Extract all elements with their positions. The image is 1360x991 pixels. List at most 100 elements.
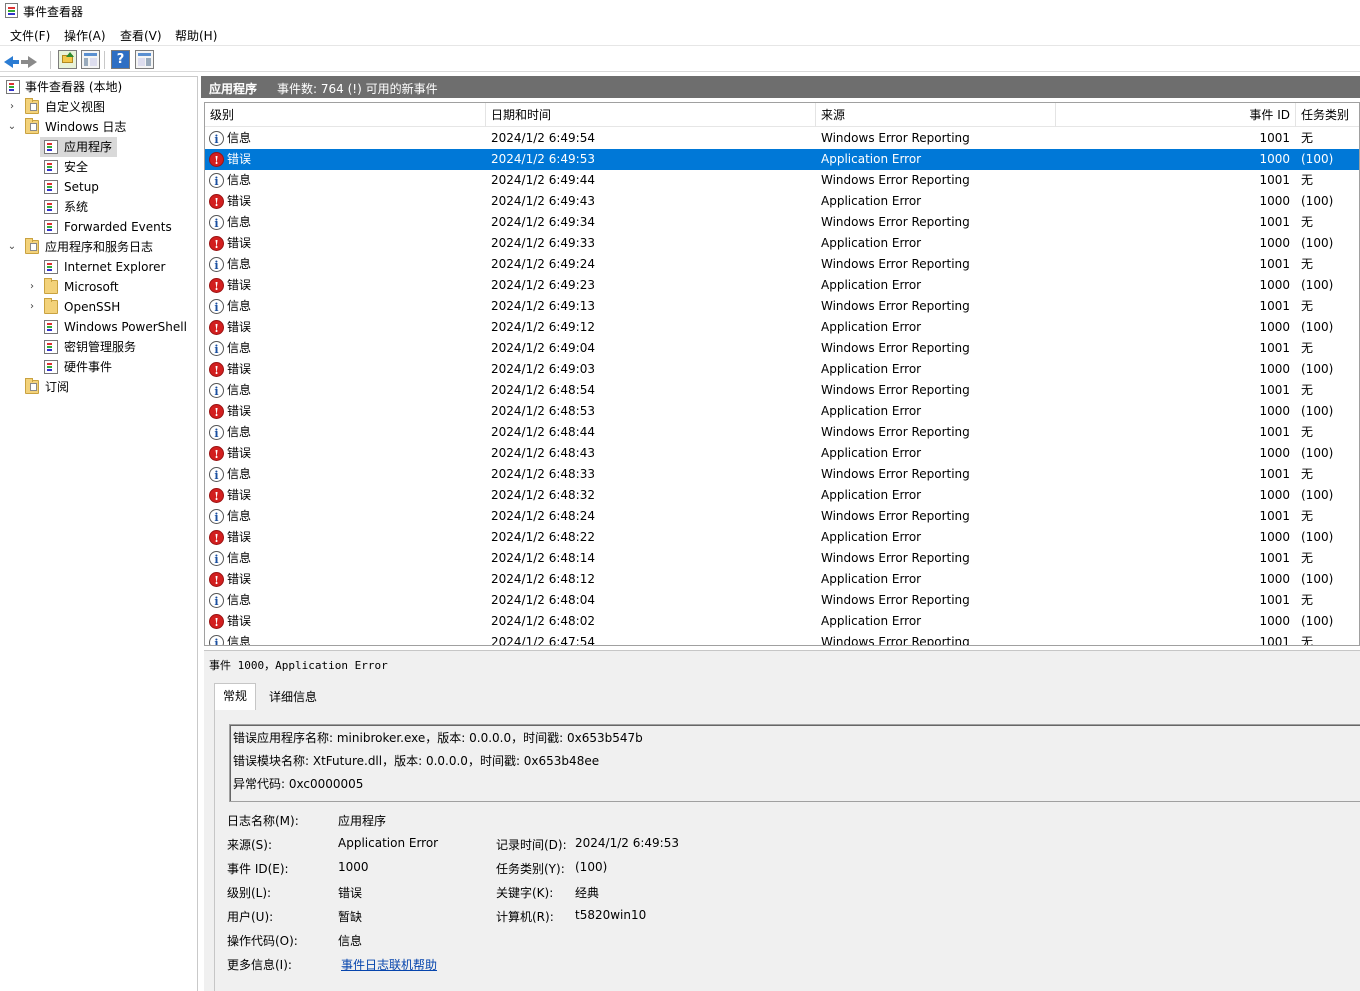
cell-level: 信息 [227, 635, 252, 646]
chevron-down-icon[interactable]: ⌄ [5, 117, 19, 137]
cell-datetime: 2024/1/2 6:48:14 [491, 551, 595, 565]
event-row[interactable]: i 信息 2024/1/2 6:49:24 Windows Error Reporti… [205, 254, 1359, 275]
tree-item-custom-views[interactable]: › 自定义视图 [0, 97, 197, 117]
event-description[interactable]: 错误应用程序名称: minibroker.exe，版本: 0.0.0.0，时间戳… [229, 724, 1360, 802]
tab-details[interactable]: 详细信息 [261, 685, 325, 711]
cell-task-category: 无 [1301, 257, 1314, 271]
cell-datetime: 2024/1/2 6:48:53 [491, 404, 595, 418]
event-row[interactable]: ! 错误 2024/1/2 6:48:12 Application Error (100… [205, 569, 1359, 590]
tree-item-internet-explorer[interactable]: Internet Explorer [40, 257, 190, 277]
event-row[interactable]: i 信息 2024/1/2 6:49:44 Windows Error Reporti… [205, 170, 1359, 191]
column-event-id[interactable]: 事件 ID [1056, 103, 1296, 127]
event-row[interactable]: i 信息 2024/1/2 6:48:44 Windows Error Reporti… [205, 422, 1359, 443]
toolbar: ? [0, 47, 1360, 72]
cell-datetime: 2024/1/2 6:49:54 [491, 131, 595, 145]
tree-item-openssh[interactable]: › OpenSSH [0, 297, 197, 317]
tree-item-subscriptions[interactable]: 订阅 [0, 377, 197, 397]
menu-help[interactable]: 帮助(H) [175, 27, 217, 44]
event-row[interactable]: i 信息 2024/1/2 6:48:14 Windows Error Reporti… [205, 548, 1359, 569]
cell-level: 信息 [227, 299, 252, 313]
back-arrow-icon[interactable] [4, 56, 19, 68]
event-row[interactable]: ! 错误 2024/1/2 6:49:12 Application Error (100… [205, 317, 1359, 338]
column-source[interactable]: 来源 [816, 103, 1056, 127]
toolbar-separator [50, 51, 51, 69]
event-row[interactable]: ! 错误 2024/1/2 6:48:32 Application Error (100… [205, 485, 1359, 506]
event-row[interactable]: ! 错误 2024/1/2 6:48:43 Application Error (100… [205, 443, 1359, 464]
event-row[interactable]: i 信息 2024/1/2 6:48:33 Windows Error Reporti… [205, 464, 1359, 485]
tree-item-setup[interactable]: Setup [40, 177, 190, 197]
event-row[interactable]: i 信息 2024/1/2 6:48:24 Windows Error Reporti… [205, 506, 1359, 527]
event-row[interactable]: ! 错误 2024/1/2 6:48:22 Application Error (100… [205, 527, 1359, 548]
tree-item-powershell[interactable]: Windows PowerShell [40, 317, 197, 337]
tree-item-microsoft[interactable]: › Microsoft [0, 277, 197, 297]
chevron-right-icon[interactable]: › [25, 297, 39, 317]
cell-task-category: (100) [1301, 194, 1334, 208]
cell-source: Application Error [821, 530, 922, 544]
tree-item-key-management[interactable]: 密钥管理服务 [40, 337, 190, 357]
column-level[interactable]: 级别 [205, 103, 486, 127]
cell-task-category: 无 [1301, 425, 1314, 439]
cell-task-category: (100) [1301, 614, 1334, 628]
error-icon: ! [209, 404, 224, 419]
cell-level: 信息 [227, 131, 252, 145]
computer-value: t5820win10 [575, 908, 647, 922]
tree-item-app-service-logs[interactable]: ⌄ 应用程序和服务日志 [0, 237, 197, 257]
event-row[interactable]: i 信息 2024/1/2 6:49:13 Windows Error Reporti… [205, 296, 1359, 317]
info-icon: i [209, 635, 224, 645]
cell-datetime: 2024/1/2 6:49:03 [491, 362, 595, 376]
event-row[interactable]: ! 错误 2024/1/2 6:48:02 Application Error (100… [205, 611, 1359, 632]
tree-item-application[interactable]: 应用程序 [40, 137, 117, 157]
forward-arrow-icon[interactable] [21, 56, 37, 68]
logged-label: 记录时间(D): [496, 838, 567, 852]
event-row[interactable]: ! 错误 2024/1/2 6:48:53 Application Error (100… [205, 401, 1359, 422]
tree-item-root[interactable]: 事件查看器 (本地) [0, 77, 197, 97]
show-hide-tree-icon[interactable] [81, 50, 100, 69]
cell-level: 信息 [227, 425, 252, 439]
event-row[interactable]: i 信息 2024/1/2 6:47:54 Windows Error Reporti… [205, 632, 1359, 646]
cell-event-id: 1001 [1259, 299, 1290, 313]
event-log-online-help-link[interactable]: 事件日志联机帮助 [341, 956, 437, 973]
window-title: 事件查看器 [23, 5, 84, 19]
help-icon[interactable]: ? [111, 50, 130, 69]
tree-item-forwarded-events[interactable]: Forwarded Events [40, 217, 190, 237]
chevron-right-icon[interactable]: › [25, 277, 39, 297]
event-row[interactable]: i 信息 2024/1/2 6:48:54 Windows Error Reporti… [205, 380, 1359, 401]
tree-item-security[interactable]: 安全 [40, 157, 190, 177]
cell-task-category: 无 [1301, 635, 1314, 646]
event-row[interactable]: i 信息 2024/1/2 6:49:54 Windows Error Reporti… [205, 128, 1359, 149]
event-row[interactable]: i 信息 2024/1/2 6:49:34 Windows Error Reporti… [205, 212, 1359, 233]
tree-item-windows-logs[interactable]: ⌄ Windows 日志 [0, 117, 197, 137]
tree-item-hardware-events[interactable]: 硬件事件 [40, 357, 190, 377]
column-task-category[interactable]: 任务类别 [1296, 103, 1359, 127]
event-row[interactable]: ! 错误 2024/1/2 6:49:43 Application Error (100… [205, 191, 1359, 212]
menu-action[interactable]: 操作(A) [64, 27, 106, 44]
cell-level: 错误 [227, 278, 252, 292]
menu-file[interactable]: 文件(F) [10, 27, 50, 44]
event-row[interactable]: ! 错误 2024/1/2 6:49:33 Application Error (100… [205, 233, 1359, 254]
column-datetime[interactable]: 日期和时间 [486, 103, 816, 127]
tab-general[interactable]: 常规 [214, 683, 257, 711]
event-row[interactable]: ! 错误 2024/1/2 6:49:23 Application Error (100… [205, 275, 1359, 296]
event-row[interactable]: i 信息 2024/1/2 6:49:04 Windows Error Reporti… [205, 338, 1359, 359]
chevron-right-icon[interactable]: › [5, 97, 19, 117]
opcode-label: 操作代码(O): [227, 934, 298, 948]
cell-datetime: 2024/1/2 6:48:33 [491, 467, 595, 481]
up-folder-icon[interactable] [58, 50, 77, 69]
cell-event-id: 1000 [1259, 362, 1290, 376]
cell-source: Windows Error Reporting [821, 383, 970, 397]
cell-task-category: 无 [1301, 215, 1314, 229]
cell-task-category: 无 [1301, 593, 1314, 607]
tree-item-label: 应用程序和服务日志 [45, 240, 154, 254]
cell-task-category: 无 [1301, 383, 1314, 397]
menu-view[interactable]: 查看(V) [120, 27, 162, 44]
cell-source: Application Error [821, 278, 922, 292]
error-icon: ! [209, 530, 224, 545]
info-icon: i [209, 131, 224, 146]
event-row[interactable]: ! 错误 2024/1/2 6:49:53 Application Error (100… [205, 149, 1359, 170]
tree-item-system[interactable]: 系统 [40, 197, 190, 217]
event-row[interactable]: i 信息 2024/1/2 6:48:04 Windows Error Reporti… [205, 590, 1359, 611]
event-row[interactable]: ! 错误 2024/1/2 6:49:03 Application Error (100… [205, 359, 1359, 380]
chevron-down-icon[interactable]: ⌄ [5, 237, 19, 257]
level-label: 级别(L): [227, 886, 272, 900]
show-action-pane-icon[interactable] [135, 50, 154, 69]
